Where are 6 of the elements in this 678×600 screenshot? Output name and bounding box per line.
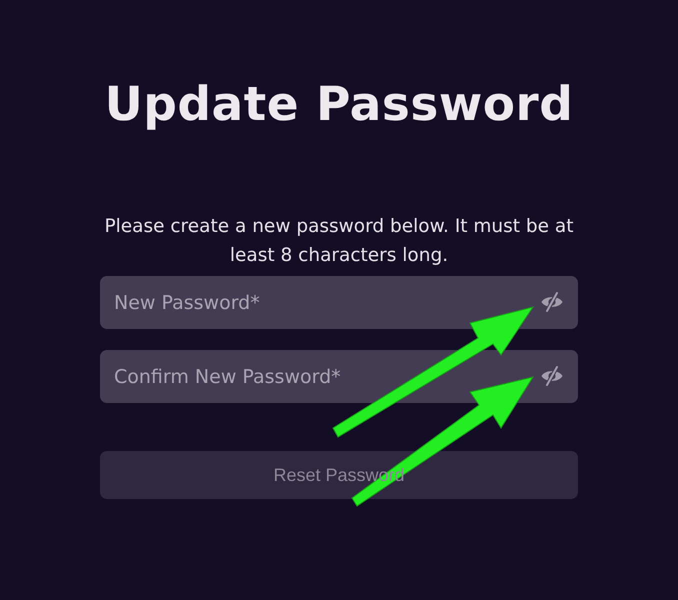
eye-slash-icon[interactable] — [540, 290, 564, 314]
instructions-text: Please create a new password below. It must be at least 8 characters long. — [103, 215, 575, 268]
page-title: Update Password — [104, 76, 574, 134]
password-field[interactable]: Confirm New Password* — [100, 350, 578, 403]
password-field[interactable]: New Password* — [100, 276, 578, 329]
eye-slash-icon[interactable] — [540, 364, 564, 388]
